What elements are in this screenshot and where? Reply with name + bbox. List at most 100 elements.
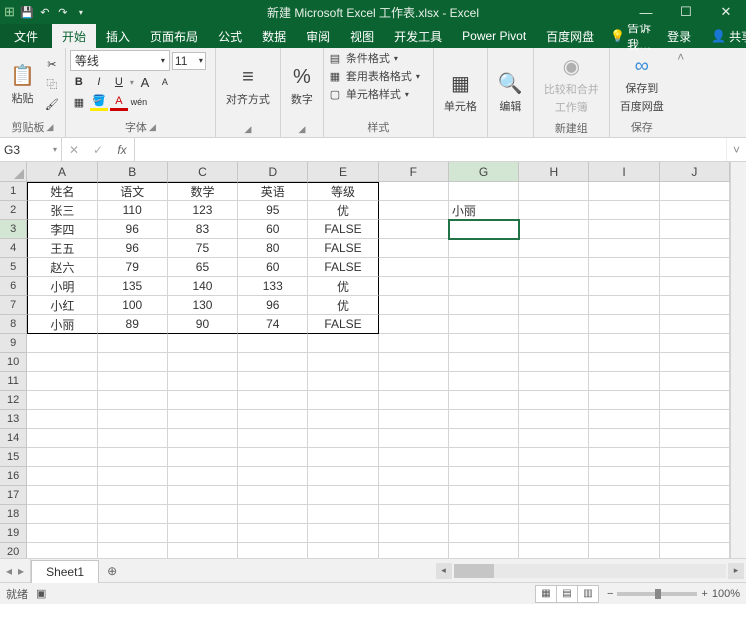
cell-E8[interactable]: FALSE [308, 315, 378, 334]
cell-C9[interactable] [168, 334, 238, 353]
font-size-combo[interactable]: 11▾ [172, 52, 206, 70]
cell-E12[interactable] [308, 391, 378, 410]
fill-color-button[interactable]: 🪣 [90, 93, 108, 111]
cell-H9[interactable] [519, 334, 589, 353]
cell-H2[interactable] [519, 201, 589, 220]
cell-B9[interactable] [98, 334, 168, 353]
cell-J10[interactable] [660, 353, 730, 372]
row-header-9[interactable]: 9 [0, 334, 27, 353]
cell-G9[interactable] [449, 334, 519, 353]
cell-B18[interactable] [98, 505, 168, 524]
zoom-in-button[interactable]: + [701, 588, 707, 600]
view-normal-button[interactable]: ▦ [535, 585, 557, 603]
share-button[interactable]: 👤共享 [701, 24, 746, 48]
cell-H10[interactable] [519, 353, 589, 372]
cell-F19[interactable] [379, 524, 449, 543]
row-header-20[interactable]: 20 [0, 543, 27, 558]
cell-J12[interactable] [660, 391, 730, 410]
cell-D2[interactable]: 95 [238, 201, 308, 220]
format-painter-button[interactable]: 🖌 [43, 95, 61, 113]
cell-A17[interactable] [27, 486, 97, 505]
tab-power-pivot[interactable]: Power Pivot [452, 24, 536, 48]
cell-A3[interactable]: 李四 [27, 220, 97, 239]
cell-I20[interactable] [589, 543, 659, 558]
cell-I12[interactable] [589, 391, 659, 410]
conditional-format-button[interactable]: ▤条件格式▾ [328, 50, 429, 66]
grow-font-button[interactable]: A [136, 73, 154, 91]
cell-G7[interactable] [449, 296, 519, 315]
cell-F14[interactable] [379, 429, 449, 448]
cell-B17[interactable] [98, 486, 168, 505]
cell-D16[interactable] [238, 467, 308, 486]
cell-E15[interactable] [308, 448, 378, 467]
cell-A9[interactable] [27, 334, 97, 353]
cell-C20[interactable] [168, 543, 238, 558]
cell-G18[interactable] [449, 505, 519, 524]
cell-H12[interactable] [519, 391, 589, 410]
cell-F11[interactable] [379, 372, 449, 391]
cell-J18[interactable] [660, 505, 730, 524]
cell-E3[interactable]: FALSE [308, 220, 378, 239]
column-header-H[interactable]: H [519, 162, 589, 181]
cell-D17[interactable] [238, 486, 308, 505]
cell-B1[interactable]: 语文 [98, 182, 168, 201]
tab-formulas[interactable]: 公式 [208, 24, 252, 48]
cell-D1[interactable]: 英语 [238, 182, 308, 201]
cell-I2[interactable] [589, 201, 659, 220]
cells-button[interactable]: ▦ 单元格 [438, 50, 483, 134]
font-name-combo[interactable]: 等线▾ [70, 50, 170, 71]
macro-record-icon[interactable]: ▣ [36, 587, 46, 600]
zoom-slider[interactable] [617, 592, 697, 596]
row-header-19[interactable]: 19 [0, 524, 27, 543]
row-header-10[interactable]: 10 [0, 353, 27, 372]
cell-D18[interactable] [238, 505, 308, 524]
cell-J9[interactable] [660, 334, 730, 353]
cell-J7[interactable] [660, 296, 730, 315]
row-header-12[interactable]: 12 [0, 391, 27, 410]
cell-J1[interactable] [660, 182, 730, 201]
column-header-D[interactable]: D [238, 162, 308, 181]
cell-I16[interactable] [589, 467, 659, 486]
tab-insert[interactable]: 插入 [96, 24, 140, 48]
column-header-E[interactable]: E [308, 162, 378, 181]
cell-H17[interactable] [519, 486, 589, 505]
row-header-13[interactable]: 13 [0, 410, 27, 429]
cell-I4[interactable] [589, 239, 659, 258]
cell-D15[interactable] [238, 448, 308, 467]
column-header-C[interactable]: C [168, 162, 238, 181]
cell-F6[interactable] [379, 277, 449, 296]
cell-D12[interactable] [238, 391, 308, 410]
cell-C18[interactable] [168, 505, 238, 524]
cell-B16[interactable] [98, 467, 168, 486]
phonetic-button[interactable]: wén [130, 93, 148, 111]
cell-G12[interactable] [449, 391, 519, 410]
number-button[interactable]: % 数字 [285, 50, 319, 123]
cell-A10[interactable] [27, 353, 97, 372]
cell-J8[interactable] [660, 315, 730, 334]
cell-I14[interactable] [589, 429, 659, 448]
cell-C6[interactable]: 140 [168, 277, 238, 296]
cell-B2[interactable]: 110 [98, 201, 168, 220]
view-page-layout-button[interactable]: ▤ [556, 585, 578, 603]
cell-G8[interactable] [449, 315, 519, 334]
row-header-1[interactable]: 1 [0, 182, 27, 201]
cell-I10[interactable] [589, 353, 659, 372]
fx-button[interactable]: fx [110, 143, 134, 157]
cell-B6[interactable]: 135 [98, 277, 168, 296]
row-header-16[interactable]: 16 [0, 467, 27, 486]
row-header-17[interactable]: 17 [0, 486, 27, 505]
cell-D11[interactable] [238, 372, 308, 391]
tab-baidu[interactable]: 百度网盘 [536, 24, 604, 48]
cell-I19[interactable] [589, 524, 659, 543]
cell-A6[interactable]: 小明 [27, 277, 97, 296]
cell-H18[interactable] [519, 505, 589, 524]
cell-J5[interactable] [660, 258, 730, 277]
add-sheet-button[interactable]: ⊕ [99, 559, 125, 582]
row-header-15[interactable]: 15 [0, 448, 27, 467]
tab-view[interactable]: 视图 [340, 24, 384, 48]
cell-A13[interactable] [27, 410, 97, 429]
cell-B15[interactable] [98, 448, 168, 467]
close-button[interactable]: ✕ [706, 0, 746, 24]
column-header-F[interactable]: F [379, 162, 449, 181]
cell-B4[interactable]: 96 [98, 239, 168, 258]
